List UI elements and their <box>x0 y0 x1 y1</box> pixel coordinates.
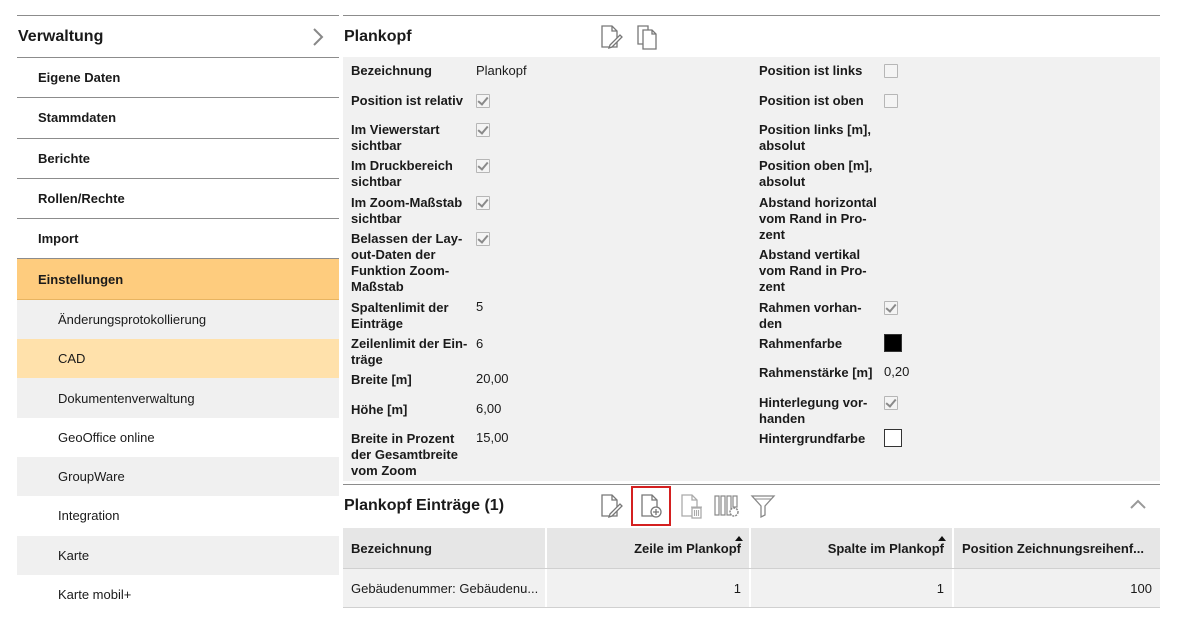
eintraege-table: Bezeichnung Zeile im Plankopf Spalte im … <box>343 528 1160 608</box>
hinterlegung-checkbox[interactable] <box>884 396 898 410</box>
eintraege-header: Plankopf Einträge (1) <box>343 485 1160 527</box>
position-relativ-label: Position ist relativ <box>351 93 463 108</box>
breite-prozent-label: Breite in Prozent der Gesamtbreite vom Z… <box>351 431 458 478</box>
sidebar-subitem-geooffice-online[interactable]: GeoOffice online <box>17 417 339 457</box>
rahmenstaerke-value[interactable]: 0,20 <box>884 364 909 380</box>
hintergrundfarbe-label: Hintergrundfarbe <box>759 431 866 446</box>
cell-position: 100 <box>1130 580 1152 596</box>
column-header-label: Zeile im Plankopf <box>634 540 741 556</box>
sort-ascending-icon <box>735 536 743 541</box>
main-panel: Plankopf Bezeichnung Plankopf Position i… <box>343 15 1160 618</box>
table-row[interactable]: Gebäudenummer: Gebäudenu... 1 1 100 <box>343 568 1160 608</box>
cell-spalte: 1 <box>751 569 954 607</box>
position-links-checkbox[interactable] <box>884 64 898 78</box>
spaltenlimit-label: Spaltenlimit der Einträge <box>351 300 449 331</box>
sidebar-subitem-integration[interactable]: Integration <box>17 496 339 536</box>
hintergrundfarbe-swatch[interactable] <box>884 429 902 447</box>
column-header-bezeichnung[interactable]: Bezeichnung <box>343 528 547 568</box>
sidebar-subitem-aenderungsprotokollierung[interactable]: Änderungsprotokollierung <box>17 299 339 340</box>
hinterlegung-label: Hinterlegung vor-handen <box>759 395 868 426</box>
zeilenlimit-value[interactable]: 6 <box>476 336 483 352</box>
rahmenfarbe-swatch[interactable] <box>884 334 902 352</box>
plankopf-header: Plankopf <box>343 16 1160 58</box>
sidebar-item-eigene-daten[interactable]: Eigene Daten <box>17 58 339 99</box>
belassen-label: Belassen der Lay-out-Daten der Funktion … <box>351 231 463 294</box>
abstand-vertikal-label: Abstand vertikal vom Rand in Pro-zent <box>759 247 867 294</box>
zeilenlimit-label: Zeilenlimit der Ein-träge <box>351 336 468 367</box>
sidebar-item-berichte[interactable]: Berichte <box>17 138 339 179</box>
position-relativ-checkbox[interactable] <box>476 94 490 108</box>
hoehe-label: Höhe [m] <box>351 402 408 417</box>
column-header-label: Spalte im Plankopf <box>827 540 944 556</box>
bezeichnung-label: Bezeichnung <box>351 63 432 78</box>
position-oben-label: Position ist oben <box>759 93 864 108</box>
sort-ascending-icon <box>938 536 946 541</box>
delete-icon[interactable] <box>677 492 705 520</box>
breite-value[interactable]: 20,00 <box>476 371 509 387</box>
bezeichnung-value: Plankopf <box>476 63 527 78</box>
sidebar-item-stammdaten[interactable]: Stammdaten <box>17 98 339 139</box>
table-header: Bezeichnung Zeile im Plankopf Spalte im … <box>343 528 1160 568</box>
breite-prozent-value[interactable]: 15,00 <box>476 430 509 446</box>
spaltenlimit-value[interactable]: 5 <box>476 299 483 315</box>
position-oben-m-label: Position oben [m], absolut <box>759 158 873 189</box>
sidebar-header[interactable]: Verwaltung <box>17 15 339 58</box>
sidebar-subitem-karte[interactable]: Karte <box>17 535 339 575</box>
breite-label: Breite [m] <box>351 372 412 387</box>
zoom-label: Im Zoom-Maßstab sichtbar <box>351 195 463 226</box>
cell-zeile: 1 <box>547 569 751 607</box>
plankopf-title: Plankopf <box>344 28 412 45</box>
abstand-horizontal-label: Abstand horizontal vom Rand in Pro-zent <box>759 195 877 242</box>
hoehe-value[interactable]: 6,00 <box>476 401 501 417</box>
sidebar-subitem-groupware[interactable]: GroupWare <box>17 456 339 497</box>
sidebar-subitem-dokumentenverwaltung[interactable]: Dokumentenverwaltung <box>17 378 339 418</box>
sidebar: Verwaltung Eigene Daten Stammdaten Beric… <box>17 15 339 618</box>
position-links-label: Position ist links <box>759 63 863 78</box>
druckbereich-checkbox[interactable] <box>476 159 490 173</box>
cell-bezeichnung: Gebäudenummer: Gebäudenu... <box>343 569 547 607</box>
viewerstart-checkbox[interactable] <box>476 123 490 137</box>
sidebar-item-import[interactable]: Import <box>17 219 339 260</box>
position-links-m-label: Position links [m], absolut <box>759 122 871 153</box>
edit-icon[interactable] <box>597 23 625 51</box>
rahmen-label: Rahmen vorhan-den <box>759 300 862 331</box>
filter-icon[interactable] <box>749 492 777 520</box>
chevron-right-icon[interactable] <box>307 26 329 48</box>
edit-icon[interactable] <box>597 492 625 520</box>
column-header-spalte[interactable]: Spalte im Plankopf <box>751 528 954 568</box>
new-document-icon[interactable] <box>631 486 671 526</box>
belassen-checkbox[interactable] <box>476 232 490 246</box>
zoom-checkbox[interactable] <box>476 196 490 210</box>
sidebar-title: Verwaltung <box>18 27 104 45</box>
druckbereich-label: Im Druckbereich sichtbar <box>351 158 453 189</box>
column-settings-icon[interactable] <box>713 492 741 520</box>
column-header-zeile[interactable]: Zeile im Plankopf <box>547 528 751 568</box>
sidebar-item-einstellungen[interactable]: Einstellungen <box>17 259 339 300</box>
position-oben-checkbox[interactable] <box>884 94 898 108</box>
eintraege-title: Plankopf Einträge (1) <box>344 497 505 514</box>
chevron-up-icon[interactable] <box>1128 495 1148 520</box>
plankopf-form: Bezeichnung Plankopf Position ist relati… <box>343 57 1160 481</box>
sidebar-item-rollen-rechte[interactable]: Rollen/Rechte <box>17 178 339 220</box>
rahmenstaerke-label: Rahmenstärke [m] <box>759 365 873 380</box>
rahmen-checkbox[interactable] <box>884 301 898 315</box>
viewerstart-label: Im Viewerstart sichtbar <box>351 122 440 153</box>
rahmenfarbe-label: Rahmenfarbe <box>759 336 843 351</box>
sidebar-subitem-cad[interactable]: CAD <box>17 339 339 379</box>
copy-icon[interactable] <box>633 23 661 51</box>
sidebar-subitem-karte-mobil[interactable]: Karte mobil+ <box>17 574 339 615</box>
column-header-position[interactable]: Position Zeichnungsreihenf... <box>954 528 1160 568</box>
